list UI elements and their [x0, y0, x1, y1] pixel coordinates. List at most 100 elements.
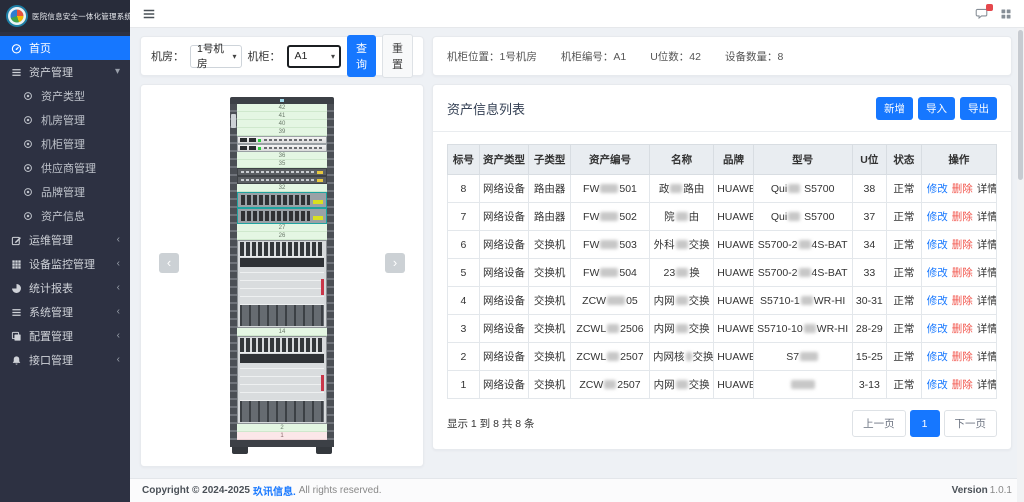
edit-link[interactable]: 修改 [927, 379, 948, 391]
delete-link[interactable]: 删除 [952, 267, 973, 279]
cell-type: 网络设备 [479, 203, 528, 231]
edit-link[interactable]: 修改 [927, 239, 948, 251]
rights-text: All rights reserved. [299, 485, 382, 496]
rack-device-u33[interactable] [237, 176, 327, 184]
reset-button[interactable]: 重置 [382, 34, 413, 78]
sidebar-item-cabinet-mgmt[interactable]: 机柜管理 [0, 132, 130, 156]
carousel-prev-button[interactable]: ‹ [159, 253, 179, 273]
cell-no: 7 [448, 203, 480, 231]
rack-device-u38[interactable] [237, 136, 327, 144]
delete-link[interactable]: 删除 [952, 351, 973, 363]
cell-status: 正常 [887, 343, 922, 371]
redacted-text [686, 352, 692, 361]
cell-type: 网络设备 [479, 287, 528, 315]
sidebar-item-system-mgmt[interactable]: 系统管理‹ [0, 300, 130, 324]
delete-link[interactable]: 删除 [952, 379, 973, 391]
sidebar-item-label: 资产信息 [41, 208, 85, 224]
sidebar-item-brand-mgmt[interactable]: 品牌管理 [0, 180, 130, 204]
column-header: 资产编号 [570, 145, 649, 175]
detail-link[interactable]: 详情 [977, 183, 997, 195]
page-scrollbar [1017, 28, 1024, 502]
cabinet-select[interactable]: A1 ▾ [287, 45, 341, 68]
rack-device-u28-29[interactable] [237, 208, 327, 224]
rack-device-u37[interactable] [237, 144, 327, 152]
search-button[interactable]: 查询 [347, 35, 376, 77]
edit-link[interactable]: 修改 [927, 267, 948, 279]
delete-link[interactable]: 删除 [952, 183, 973, 195]
rack-slot-u41: 41 [237, 112, 327, 120]
messages-icon[interactable] [975, 7, 988, 20]
sidebar-item-supplier-mgmt[interactable]: 供应商管理 [0, 156, 130, 180]
app-logo-icon [8, 7, 26, 25]
detail-link[interactable]: 详情 [977, 295, 997, 307]
detail-link[interactable]: 详情 [977, 239, 997, 251]
room-select-value: 1号机房 [197, 41, 227, 71]
sidebar-item-asset-info[interactable]: 资产信息 [0, 204, 130, 228]
delete-link[interactable]: 删除 [952, 239, 973, 251]
column-header: 标号 [448, 145, 480, 175]
main-column: 机房： 1号机房 ▾ 机柜： A1 ▾ 查询 重置 机柜位置：1号机房 机柜编 [130, 0, 1024, 502]
detail-link[interactable]: 详情 [977, 267, 997, 279]
pagination-prev-button[interactable]: 上一页 [852, 410, 906, 437]
detail-link[interactable]: 详情 [977, 351, 997, 363]
rack-device-u34[interactable] [237, 168, 327, 176]
rack-device-u3-13[interactable] [237, 336, 327, 424]
cell-subtype: 交换机 [529, 343, 571, 371]
rack-foot-left [232, 447, 248, 454]
filter-panel: 机房： 1号机房 ▾ 机柜： A1 ▾ 查询 重置 [140, 36, 424, 76]
rack-slot-u36: 36 [237, 152, 327, 160]
cell-name: 内网交换 [650, 287, 714, 315]
apps-grid-icon[interactable] [1000, 8, 1012, 20]
detail-link[interactable]: 详情 [977, 211, 997, 223]
redacted-text [600, 240, 618, 249]
room-select[interactable]: 1号机房 ▾ [190, 45, 242, 68]
sidebar-item-asset-type[interactable]: 资产类型 [0, 84, 130, 108]
carousel-next-button[interactable]: › [385, 253, 405, 273]
copyright-text: Copyright © 2024-2025 [142, 485, 250, 496]
cell-brand: HUAWEI [714, 287, 754, 315]
delete-link[interactable]: 删除 [952, 295, 973, 307]
cell-brand: HUAWEI [714, 231, 754, 259]
circle-dot-icon [22, 210, 34, 222]
sidebar-item-home[interactable]: 首页 [0, 36, 130, 60]
sidebar-item-interface-mgmt[interactable]: 接口管理‹ [0, 348, 130, 372]
sidebar-item-stats-report[interactable]: 统计报表‹ [0, 276, 130, 300]
edit-link[interactable]: 修改 [927, 323, 948, 335]
sidebar-item-config-mgmt[interactable]: 配置管理‹ [0, 324, 130, 348]
delete-link[interactable]: 删除 [952, 323, 973, 335]
sidebar-item-asset-mgmt[interactable]: 资产管理▾ [0, 60, 130, 84]
edit-link[interactable]: 修改 [927, 211, 948, 223]
table-row: 8网络设备路由器FW501政路由HUAWEIQui S570038正常修改删除详… [448, 175, 997, 203]
redacted-text [676, 296, 688, 305]
circle-dot-icon [22, 186, 34, 198]
import-button[interactable]: 导入 [918, 97, 955, 120]
cell-name: 内网核交换 [650, 343, 714, 371]
rack-device-u30-31[interactable] [237, 192, 327, 208]
edit-link[interactable]: 修改 [927, 183, 948, 195]
sidebar-toggle-icon[interactable] [142, 7, 156, 21]
pagination-next-button[interactable]: 下一页 [944, 410, 998, 437]
pagination-page-1-button[interactable]: 1 [910, 410, 940, 437]
scrollbar-thumb[interactable] [1018, 30, 1023, 180]
cell-actions: 修改删除详情 [921, 371, 996, 399]
rack-device-u15-25[interactable] [237, 240, 327, 328]
bars-icon [10, 306, 22, 318]
export-button[interactable]: 导出 [960, 97, 997, 120]
table-row: 7网络设备路由器FW502院由HUAWEIQui S570037正常修改删除详情 [448, 203, 997, 231]
company-link[interactable]: 玖讯信息. [253, 483, 296, 498]
sidebar-item-room-mgmt[interactable]: 机房管理 [0, 108, 130, 132]
sidebar-item-device-monitor[interactable]: 设备监控管理‹ [0, 252, 130, 276]
sidebar-menu: 首页资产管理▾资产类型机房管理机柜管理供应商管理品牌管理资产信息运维管理‹设备监… [0, 32, 130, 372]
sidebar-item-ops-mgmt[interactable]: 运维管理‹ [0, 228, 130, 252]
redacted-text [676, 324, 688, 333]
detail-link[interactable]: 详情 [977, 379, 997, 391]
cell-actions: 修改删除详情 [921, 203, 996, 231]
cell-model: Qui S5700 [753, 175, 852, 203]
add-button[interactable]: 新增 [876, 97, 913, 120]
delete-link[interactable]: 删除 [952, 211, 973, 223]
edit-link[interactable]: 修改 [927, 351, 948, 363]
edit-link[interactable]: 修改 [927, 295, 948, 307]
rack-slot-u27: 27 [237, 224, 327, 232]
cell-no: 8 [448, 175, 480, 203]
detail-link[interactable]: 详情 [977, 323, 997, 335]
